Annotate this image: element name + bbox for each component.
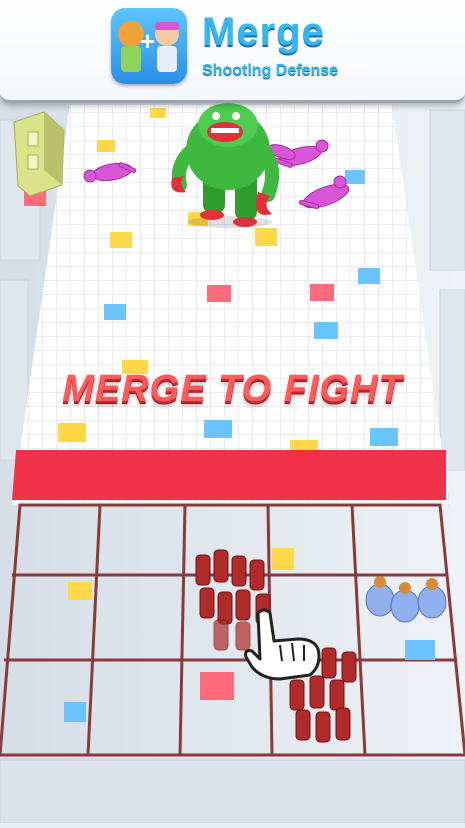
defense-line (12, 450, 446, 500)
plus-icon: + (140, 26, 156, 56)
banner-subtitle: Shooting Defense (202, 62, 339, 79)
game-scene: + Merge Shooting Defense MERGE TO FIGHT (0, 0, 465, 824)
app-icon[interactable]: + (111, 8, 187, 84)
pointing-hand-icon (244, 608, 321, 681)
banner-title: Merge (202, 10, 325, 54)
battlefield (0, 0, 465, 824)
blue-soldier-squad[interactable] (365, 576, 447, 623)
ad-banner[interactable]: + Merge Shooting Defense (0, 0, 465, 103)
headline-text: MERGE TO FIGHT (62, 368, 403, 410)
watchtower (13, 111, 65, 197)
